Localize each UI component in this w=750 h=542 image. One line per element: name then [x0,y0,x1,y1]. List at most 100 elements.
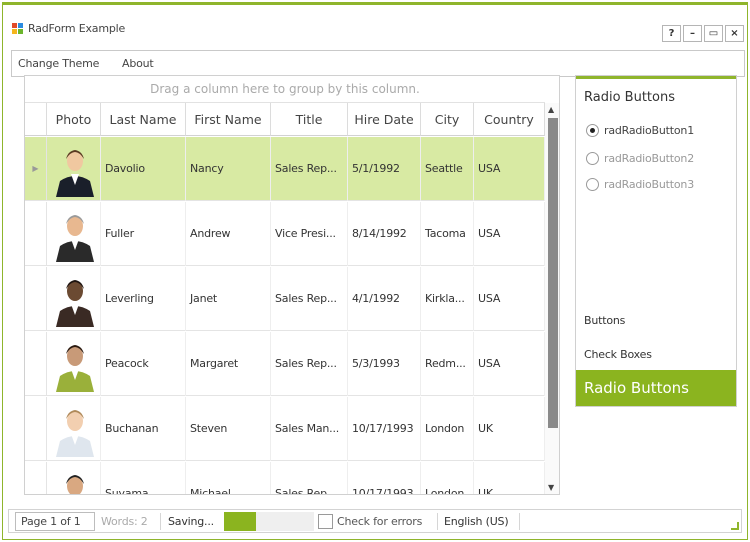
column-header-city[interactable]: City [421,103,474,136]
status-separator [519,513,520,530]
table-row[interactable]: Peacock Margaret Sales Rep... 5/3/1993 Redm.… [25,332,545,396]
status-separator [160,513,161,530]
table-row[interactable]: Suyama Michael Sales Rep... 10/17/1993 Londo… [25,462,545,494]
status-bar: Page 1 of 1 Words: 2 Saving... Check for… [8,509,742,533]
cell-country[interactable]: USA [474,332,545,396]
cell-hire-date[interactable]: 5/1/1992 [348,137,421,201]
cell-last-name[interactable]: Davolio [101,137,186,201]
cell-city[interactable]: Redm... [421,332,474,396]
table-row[interactable]: Buchanan Steven Sales Man... 10/17/1993 Lond… [25,397,545,461]
saving-progress-bar [224,512,314,531]
resize-grip-icon[interactable] [731,522,739,530]
cell-last-name[interactable]: Buchanan [101,397,186,461]
cell-last-name[interactable]: Peacock [101,332,186,396]
cell-title[interactable]: Vice Presi... [271,202,348,266]
language-indicator[interactable]: English (US) [444,514,509,529]
cell-first-name[interactable]: Andrew [186,202,271,266]
row-indicator[interactable] [25,462,47,494]
cell-last-name[interactable]: Leverling [101,267,186,331]
cell-title[interactable]: Sales Man... [271,397,348,461]
close-button[interactable]: × [725,25,744,42]
column-header-country[interactable]: Country [474,103,545,136]
radio-checked-icon [586,124,599,137]
cell-city[interactable]: Seattle [421,137,474,201]
check-for-errors-checkbox[interactable] [318,514,333,529]
cell-city[interactable]: London [421,397,474,461]
scroll-up-icon[interactable]: ▲ [548,105,554,114]
employee-grid[interactable]: Drag a column here to group by this colu… [24,75,560,495]
status-separator [437,513,438,530]
column-header-photo[interactable]: Photo [47,103,101,136]
row-indicator[interactable] [25,202,47,266]
menu-about[interactable]: About [122,57,154,70]
cell-title[interactable]: Sales Rep... [271,462,348,494]
employee-photo [50,271,100,327]
side-panel-accent [576,76,736,79]
title-bar: RadForm Example ? – ▭ × [3,5,747,42]
cell-first-name[interactable]: Janet [186,267,271,331]
scroll-thumb[interactable] [548,118,558,428]
cell-title[interactable]: Sales Rep... [271,332,348,396]
cell-country[interactable]: UK [474,462,545,494]
cell-last-name[interactable]: Fuller [101,202,186,266]
help-button[interactable]: ? [662,25,681,42]
cell-first-name[interactable]: Nancy [186,137,271,201]
cell-hire-date[interactable]: 5/3/1993 [348,332,421,396]
column-header-first-name[interactable]: First Name [186,103,271,136]
scroll-down-icon[interactable]: ▼ [548,483,554,492]
cell-last-name[interactable]: Suyama [101,462,186,494]
vertical-scrollbar[interactable]: ▲ ▼ [545,103,559,494]
word-count: Words: 2 [101,515,148,528]
radio-button-1[interactable]: radRadioButton1 [586,124,694,137]
group-panel[interactable]: Drag a column here to group by this colu… [25,76,545,103]
row-header-corner [25,103,47,136]
menu-bar: Change Theme About [11,50,745,77]
cell-first-name[interactable]: Steven [186,397,271,461]
column-header-last-name[interactable]: Last Name [101,103,186,136]
progress-fill [224,512,256,531]
app-icon [12,23,24,34]
minimize-button[interactable]: – [683,25,702,42]
radio-unchecked-icon [586,152,599,165]
row-indicator[interactable] [25,332,47,396]
check-for-errors-label[interactable]: Check for errors [337,514,422,529]
cell-city[interactable]: Tacoma [421,202,474,266]
cell-hire-date[interactable]: 4/1/1992 [348,267,421,331]
side-panel-title: Radio Buttons [584,90,675,105]
table-row[interactable]: ▶ Davolio Nancy Sales Rep... 5/1/1992 Seattle… [25,137,545,201]
window-title: RadForm Example [28,22,126,35]
nav-radio-buttons[interactable]: Radio Buttons [576,370,736,406]
cell-country[interactable]: UK [474,397,545,461]
employee-photo [50,141,100,197]
cell-country[interactable]: USA [474,137,545,201]
cell-title[interactable]: Sales Rep... [271,267,348,331]
cell-first-name[interactable]: Michael [186,462,271,494]
row-indicator[interactable] [25,267,47,331]
cell-city[interactable]: Kirkla... [421,267,474,331]
cell-hire-date[interactable]: 10/17/1993 [348,397,421,461]
maximize-button[interactable]: ▭ [704,25,723,42]
column-header-hire-date[interactable]: Hire Date [348,103,421,136]
saving-label: Saving... [168,515,214,528]
row-indicator[interactable] [25,397,47,461]
menu-change-theme[interactable]: Change Theme [18,57,99,70]
cell-country[interactable]: USA [474,267,545,331]
radio-button-2[interactable]: radRadioButton2 [586,152,694,165]
column-header-title[interactable]: Title [271,103,348,136]
table-row[interactable]: Fuller Andrew Vice Presi... 8/14/1992 Tacoma… [25,202,545,266]
cell-city[interactable]: London [421,462,474,494]
nav-check-boxes[interactable]: Check Boxes [584,348,652,361]
radio-button-3[interactable]: radRadioButton3 [586,178,694,191]
page-indicator: Page 1 of 1 [21,515,81,528]
cell-first-name[interactable]: Margaret [186,332,271,396]
cell-hire-date[interactable]: 10/17/1993 [348,462,421,494]
table-row[interactable]: Leverling Janet Sales Rep... 4/1/1992 Kirkla… [25,267,545,331]
current-row-arrow-icon[interactable]: ▶ [25,137,47,201]
side-panel: Radio Buttons radRadioButton1 radRadioBu… [575,75,737,407]
cell-country[interactable]: USA [474,202,545,266]
cell-title[interactable]: Sales Rep... [271,137,348,201]
cell-hire-date[interactable]: 8/14/1992 [348,202,421,266]
employee-photo [50,336,100,392]
nav-buttons[interactable]: Buttons [584,314,625,327]
employee-photo [50,401,100,457]
